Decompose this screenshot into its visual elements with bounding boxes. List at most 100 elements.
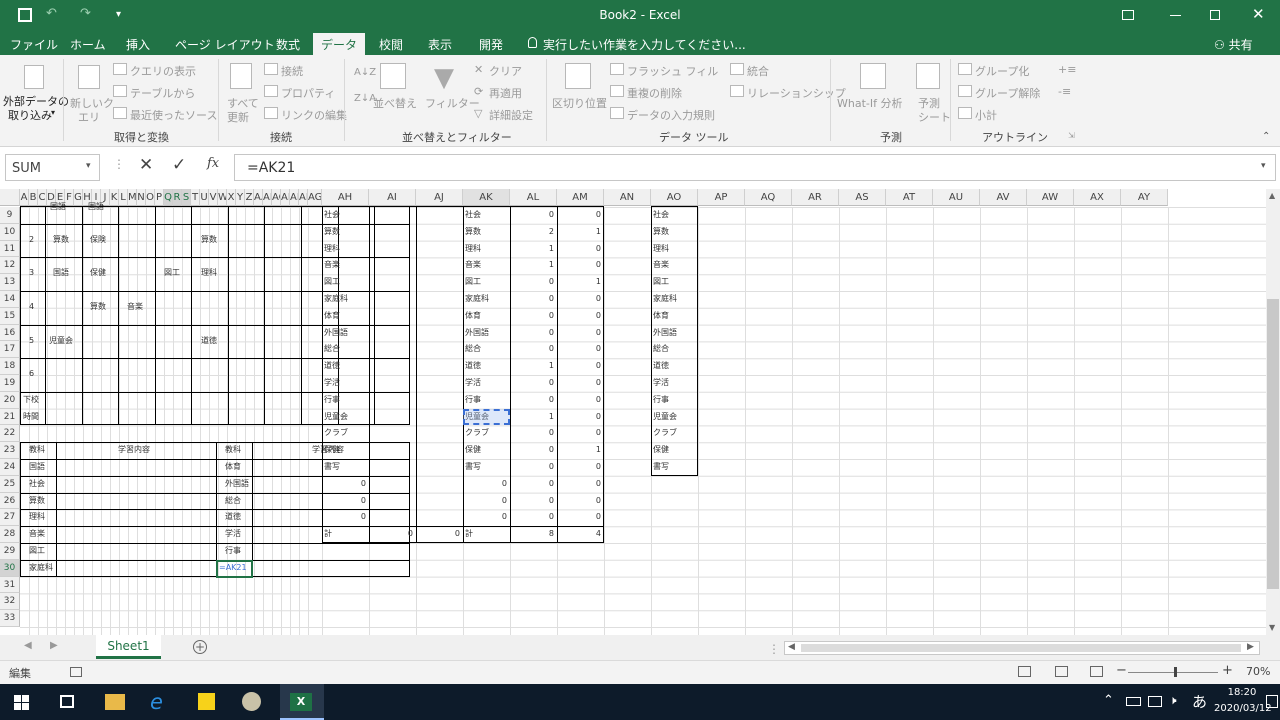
row-header-23[interactable]: 23: [0, 442, 20, 459]
column-header-b[interactable]: B: [29, 189, 38, 206]
add-sheet-icon[interactable]: +: [193, 640, 207, 654]
filter-button[interactable]: フィルター: [425, 95, 480, 111]
notification-icon[interactable]: [1266, 695, 1278, 708]
column-header-am[interactable]: AM: [557, 189, 604, 206]
scroll-right-icon[interactable]: ▶: [1247, 642, 1254, 652]
column-header-z[interactable]: Z: [245, 189, 254, 206]
network-icon[interactable]: [1148, 696, 1162, 707]
sheet-tab-sheet1[interactable]: Sheet1: [96, 635, 161, 659]
enter-entry-icon[interactable]: ✓: [172, 155, 186, 175]
column-header-af[interactable]: AF: [299, 189, 308, 206]
properties-button[interactable]: プロパティ: [281, 85, 335, 101]
row-header-32[interactable]: 32: [0, 593, 20, 611]
external-data-dropdown-icon[interactable]: ▾: [51, 108, 55, 117]
column-header-ax[interactable]: AX: [1074, 189, 1121, 206]
file-explorer-icon[interactable]: [105, 694, 125, 710]
macro-record-icon[interactable]: [70, 667, 82, 677]
tab-page-layout[interactable]: ページ レイアウト: [175, 36, 275, 55]
column-header-x[interactable]: X: [227, 189, 236, 206]
text-to-columns-button[interactable]: 区切り位置: [552, 95, 607, 111]
sticky-notes-icon[interactable]: [198, 693, 215, 710]
column-header-q[interactable]: Q: [164, 189, 173, 206]
column-header-ae[interactable]: AE: [290, 189, 299, 206]
paint-icon[interactable]: [242, 692, 261, 711]
dialog-launcher-icon[interactable]: ⇲: [1068, 131, 1075, 140]
column-header-au[interactable]: AU: [933, 189, 980, 206]
refresh-all-label-2[interactable]: 更新: [227, 109, 249, 125]
external-data-label-2[interactable]: 取り込み: [8, 107, 52, 123]
tab-formulas[interactable]: 数式: [276, 36, 300, 55]
flash-fill-button[interactable]: フラッシュ フィル: [627, 63, 718, 79]
column-header-p[interactable]: P: [155, 189, 164, 206]
column-header-n[interactable]: N: [137, 189, 146, 206]
collapse-ribbon-icon[interactable]: ⌃: [1262, 131, 1270, 142]
zoom-in-icon[interactable]: +: [1222, 663, 1233, 678]
column-header-aw[interactable]: AW: [1027, 189, 1074, 206]
data-validation-button[interactable]: データの入力規則: [627, 107, 715, 123]
hide-detail-icon[interactable]: -≡: [1058, 85, 1071, 98]
advanced-button[interactable]: 詳細設定: [489, 107, 533, 123]
task-view-icon[interactable]: [60, 695, 74, 708]
edge-browser-icon[interactable]: e: [150, 690, 163, 714]
edit-links-button[interactable]: リンクの編集: [281, 107, 347, 123]
select-all-corner[interactable]: [0, 189, 20, 206]
consolidate-button[interactable]: 統合: [747, 63, 769, 79]
zoom-slider[interactable]: [1128, 667, 1218, 677]
column-header-ac[interactable]: AC: [272, 189, 281, 206]
column-header-r[interactable]: R: [173, 189, 182, 206]
column-header-al[interactable]: AL: [510, 189, 557, 206]
zoom-slider-thumb[interactable]: [1174, 667, 1177, 677]
tab-data[interactable]: データ: [313, 33, 365, 55]
column-header-c[interactable]: C: [38, 189, 47, 206]
row-header-22[interactable]: 22: [0, 425, 20, 443]
column-header-u[interactable]: U: [200, 189, 209, 206]
column-header-a[interactable]: A: [20, 189, 29, 206]
row-header-14[interactable]: 14: [0, 291, 20, 308]
column-header-t[interactable]: T: [191, 189, 200, 206]
column-header-ap[interactable]: AP: [698, 189, 745, 206]
ribbon-display-icon[interactable]: [1122, 10, 1134, 20]
column-header-s[interactable]: S: [182, 189, 191, 206]
name-box[interactable]: SUM ▾: [5, 154, 100, 181]
tab-split-icon[interactable]: ⋮: [768, 642, 780, 656]
row-header-27[interactable]: 27: [0, 509, 20, 527]
column-header-ag[interactable]: AG: [308, 189, 322, 206]
name-box-dropdown-icon[interactable]: ▾: [86, 161, 91, 171]
scroll-down-icon[interactable]: ▼: [1269, 623, 1275, 632]
sort-button[interactable]: 並べ替え: [373, 95, 417, 111]
horizontal-scrollbar[interactable]: ◀ ▶: [784, 641, 1260, 655]
group-button[interactable]: グループ化: [975, 63, 1029, 79]
page-break-view-icon[interactable]: [1090, 666, 1103, 677]
column-header-av[interactable]: AV: [980, 189, 1027, 206]
active-cell-formula[interactable]: =AK21: [219, 560, 253, 576]
battery-icon[interactable]: [1126, 697, 1141, 706]
column-header-aa[interactable]: AA: [254, 189, 263, 206]
reapply-button[interactable]: 再適用: [489, 85, 522, 101]
row-header-21[interactable]: 21: [0, 408, 20, 426]
from-table-button[interactable]: テーブルから: [130, 85, 195, 101]
ungroup-button[interactable]: グループ解除: [975, 85, 1040, 101]
worksheet[interactable]: ABCDEFGHIJKLMNOPQRSTUVWXYZAAABACADAEAFAG…: [0, 189, 1266, 635]
formula-input[interactable]: =AK21 ▾: [234, 154, 1276, 181]
volume-icon[interactable]: 🕨: [1169, 693, 1177, 708]
scroll-left-icon[interactable]: ◀: [788, 642, 795, 652]
column-header-ar[interactable]: AR: [792, 189, 839, 206]
column-header-ai[interactable]: AI: [369, 189, 416, 206]
vertical-scrollbar[interactable]: ▲ ▼: [1266, 189, 1280, 635]
row-header-19[interactable]: 19: [0, 375, 20, 392]
expand-formula-icon[interactable]: ▾: [1261, 161, 1266, 171]
column-header-l[interactable]: L: [119, 189, 128, 206]
row-header-25[interactable]: 25: [0, 475, 20, 493]
column-header-ad[interactable]: AD: [281, 189, 290, 206]
page-layout-view-icon[interactable]: [1055, 666, 1068, 677]
prev-sheet-icon[interactable]: ◀: [24, 640, 32, 651]
minimize-icon[interactable]: [1170, 15, 1181, 16]
column-header-v[interactable]: V: [209, 189, 218, 206]
row-header-24[interactable]: 24: [0, 459, 20, 476]
column-header-w[interactable]: W: [218, 189, 227, 206]
row-header-15[interactable]: 15: [0, 307, 20, 325]
column-header-y[interactable]: Y: [236, 189, 245, 206]
recent-sources-button[interactable]: 最近使ったソース: [130, 107, 217, 123]
tab-home[interactable]: ホーム: [70, 36, 106, 55]
row-header-18[interactable]: 18: [0, 358, 20, 375]
